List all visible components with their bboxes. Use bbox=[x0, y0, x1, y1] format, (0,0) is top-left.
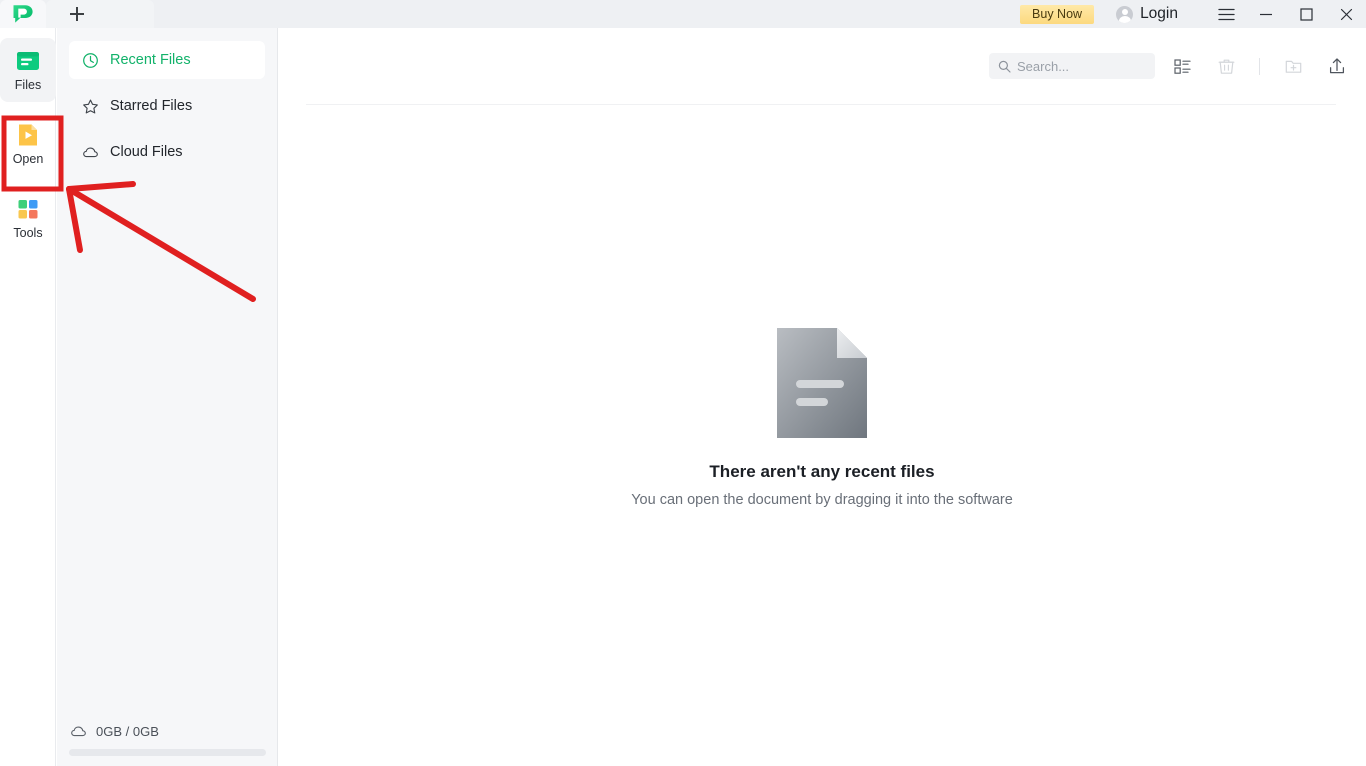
pdf-speech-bubble-logo-icon bbox=[13, 5, 33, 23]
list-view-button[interactable] bbox=[1165, 49, 1199, 83]
login-button[interactable]: Login bbox=[1116, 5, 1178, 23]
sidebar-item-starred-files-label: Starred Files bbox=[110, 98, 193, 114]
tab-strip bbox=[46, 0, 154, 28]
rail-item-tools[interactable]: Tools bbox=[0, 186, 56, 250]
sidebar-item-recent-files-label: Recent Files bbox=[110, 52, 191, 68]
sidebar-item-starred-files[interactable]: Starred Files bbox=[69, 87, 265, 125]
open-document-icon bbox=[19, 124, 37, 146]
sidebar-item-cloud-files[interactable]: Cloud Files bbox=[69, 133, 265, 171]
buy-now-button[interactable]: Buy Now bbox=[1020, 4, 1095, 24]
close-icon bbox=[1340, 8, 1352, 20]
main-content: There aren't any recent files You can op… bbox=[278, 28, 1366, 766]
app-window: Buy Now Login Files Open Tools Recent Fi… bbox=[0, 0, 1366, 766]
new-tab-button[interactable] bbox=[46, 0, 154, 28]
login-label: Login bbox=[1140, 5, 1178, 22]
search-icon bbox=[998, 60, 1011, 73]
search-input[interactable] bbox=[1017, 58, 1137, 74]
minimize-icon bbox=[1260, 13, 1272, 16]
sidebar-item-cloud-files-label: Cloud Files bbox=[110, 144, 183, 160]
new-folder-button[interactable] bbox=[1276, 49, 1310, 83]
upload-icon bbox=[1329, 58, 1345, 74]
hamburger-menu-icon bbox=[1217, 8, 1235, 20]
cloud-icon bbox=[71, 726, 86, 737]
list-view-icon bbox=[1173, 58, 1191, 74]
maximize-button[interactable] bbox=[1286, 0, 1326, 28]
storage-row: 0GB / 0GB bbox=[69, 723, 266, 740]
storage-progress-bar bbox=[69, 749, 266, 756]
upload-button[interactable] bbox=[1320, 49, 1354, 83]
toolbar-divider bbox=[1259, 57, 1260, 75]
empty-state-subtitle: You can open the document by dragging it… bbox=[631, 492, 1013, 508]
rail-item-tools-label: Tools bbox=[13, 226, 43, 241]
nav-list: Recent Files Starred Files Cloud Files bbox=[57, 28, 277, 171]
rail-item-files[interactable]: Files bbox=[0, 38, 56, 102]
files-icon bbox=[17, 52, 39, 71]
app-logo bbox=[0, 0, 46, 28]
minimize-button[interactable] bbox=[1246, 0, 1286, 28]
title-bar: Buy Now Login bbox=[0, 0, 1366, 28]
toolbar-divider-rule bbox=[306, 104, 1336, 105]
main-toolbar bbox=[278, 28, 1366, 104]
maximize-icon bbox=[1299, 7, 1313, 21]
left-rail: Files Open Tools bbox=[0, 28, 56, 766]
sidebar-item-recent-files[interactable]: Recent Files bbox=[69, 41, 265, 79]
secondary-nav: Recent Files Starred Files Cloud Files 0… bbox=[57, 28, 278, 766]
title-bar-spacer bbox=[154, 0, 1020, 28]
menu-button[interactable] bbox=[1206, 0, 1246, 28]
rail-item-files-label: Files bbox=[14, 78, 42, 93]
tools-grid-icon bbox=[18, 200, 38, 219]
delete-button[interactable] bbox=[1209, 49, 1243, 83]
search-box[interactable] bbox=[989, 53, 1155, 79]
storage-usage-text: 0GB / 0GB bbox=[96, 724, 159, 739]
clock-icon bbox=[83, 52, 98, 68]
cloud-icon bbox=[83, 146, 98, 157]
star-icon bbox=[83, 99, 98, 113]
title-bar-controls: Buy Now Login bbox=[1020, 0, 1366, 28]
empty-state: There aren't any recent files You can op… bbox=[278, 328, 1366, 508]
storage-indicator: 0GB / 0GB bbox=[57, 723, 278, 766]
new-folder-icon bbox=[1285, 60, 1301, 73]
plus-icon bbox=[70, 7, 84, 21]
empty-document-illustration bbox=[777, 328, 867, 438]
close-button[interactable] bbox=[1326, 0, 1366, 28]
empty-state-title: There aren't any recent files bbox=[709, 462, 935, 481]
rail-item-open-label: Open bbox=[12, 152, 44, 167]
trash-icon bbox=[1218, 59, 1234, 74]
rail-item-open[interactable]: Open bbox=[0, 112, 56, 176]
avatar-icon bbox=[1116, 5, 1134, 23]
